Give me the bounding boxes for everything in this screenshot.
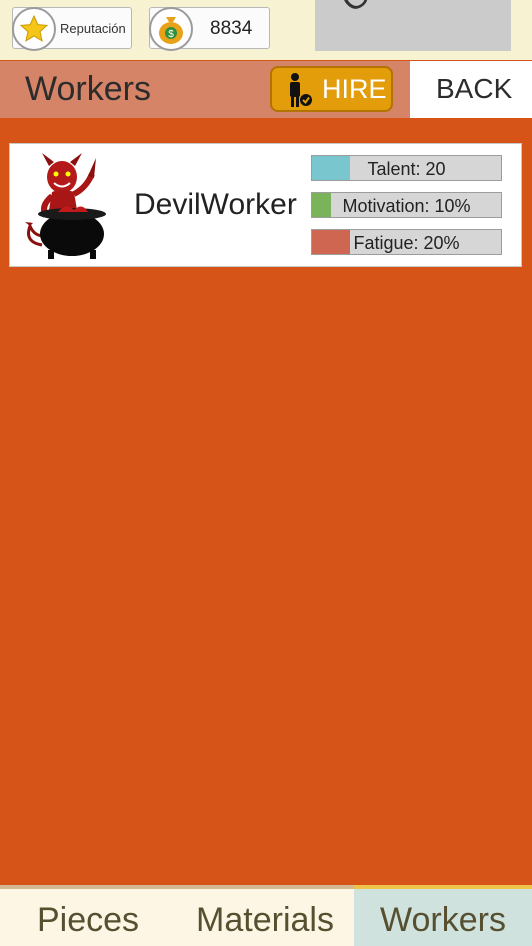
- tab-materials[interactable]: Materials: [176, 885, 354, 946]
- star-icon: [12, 7, 56, 51]
- motivation-label: Motivation: 10%: [342, 196, 471, 216]
- tab-workers[interactable]: Workers: [354, 885, 532, 946]
- reputation-label: Reputación: [60, 21, 126, 36]
- tab-workers-label: Workers: [380, 901, 506, 939]
- motivation-bar: Motivation: 10%: [311, 192, 502, 218]
- top-status-bar: Reputación $ 8834 O: [0, 0, 532, 60]
- svg-text:$: $: [168, 29, 174, 40]
- bottom-tab-bar: Pieces Materials Workers: [0, 885, 532, 946]
- hire-label: HIRE: [322, 74, 387, 104]
- page-title: Workers: [25, 70, 151, 108]
- money-bag-icon: $: [149, 7, 193, 51]
- back-label: BACK: [436, 73, 513, 104]
- tab-pieces-label: Pieces: [36, 901, 140, 939]
- talent-bar: Talent: 20: [311, 155, 502, 181]
- talent-label: Talent: 20: [367, 159, 446, 179]
- money-display: $ 8834: [149, 7, 270, 51]
- corner-text: O: [334, 0, 379, 21]
- money-value: 8834: [210, 18, 253, 39]
- fatigue-label: Fatigue: 20%: [353, 233, 460, 253]
- corner-panel: O: [315, 0, 511, 51]
- hire-button[interactable]: HIRE: [270, 66, 393, 112]
- hire-worker-icon: [285, 70, 315, 115]
- fatigue-bar: Fatigue: 20%: [311, 229, 502, 255]
- reputation-display: Reputación: [12, 7, 132, 51]
- worker-name: DevilWorker: [134, 188, 297, 221]
- tab-pieces[interactable]: Pieces: [0, 885, 176, 946]
- back-button[interactable]: BACK: [410, 61, 532, 118]
- devil-worker-icon: [22, 150, 122, 267]
- tab-materials-label: Materials: [196, 901, 334, 939]
